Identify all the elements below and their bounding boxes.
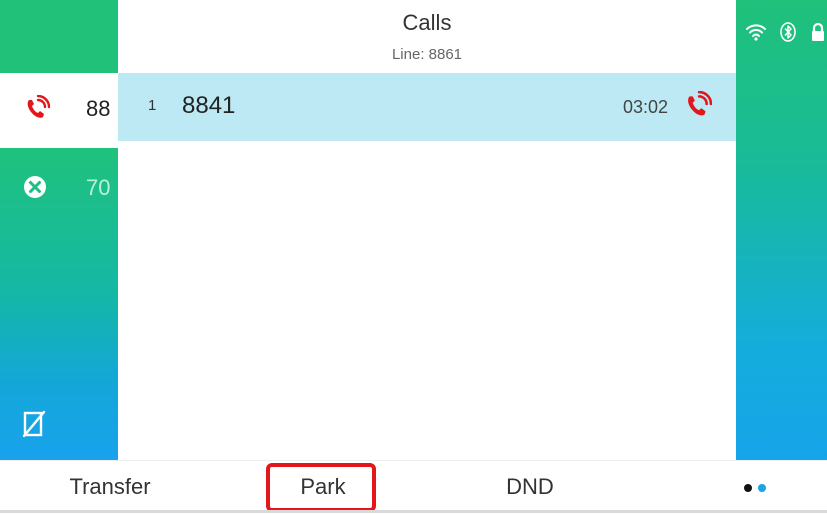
no-line-icon [22,410,46,438]
line-keys-panel: 70 [0,148,118,460]
status-icons [746,22,826,42]
phone-ringing-icon [688,91,712,116]
line-keys-header [0,0,118,73]
lock-icon [812,22,824,41]
phone-screen: 88 70 Calls Line: 8861 1 8841 03:02 Tran… [0,0,827,515]
bluetooth-icon [780,22,796,42]
page-title: Calls [402,10,452,35]
line-key-70[interactable]: 70 [0,148,118,223]
divider [0,510,827,513]
screen-header: Calls Line: 8861 [118,0,736,73]
cross-circle-icon [24,176,46,198]
call-number: 8841 [182,92,236,119]
wifi-icon [746,24,766,41]
call-timer: 03:02 [622,97,668,117]
dnd-button[interactable]: DND [450,461,610,513]
line-key-label: 70 [86,175,111,200]
line-key-8861[interactable]: 88 [0,73,118,148]
softkey-bar: Transfer Park DND [0,460,827,515]
more-dots-icon[interactable] [738,481,778,495]
line-key-label: 88 [86,96,111,121]
dot-icon [744,484,752,492]
status-column [736,0,827,460]
line-indicator: Line: 8861 [391,46,463,63]
phone-ringing-icon [27,95,50,118]
transfer-button[interactable]: Transfer [30,461,190,513]
dot-icon [758,484,766,492]
call-index: 1 [148,97,157,114]
call-row[interactable]: 1 8841 03:02 [118,73,736,141]
line-keys-column: 88 70 [0,0,118,460]
park-button[interactable]: Park [266,461,380,513]
